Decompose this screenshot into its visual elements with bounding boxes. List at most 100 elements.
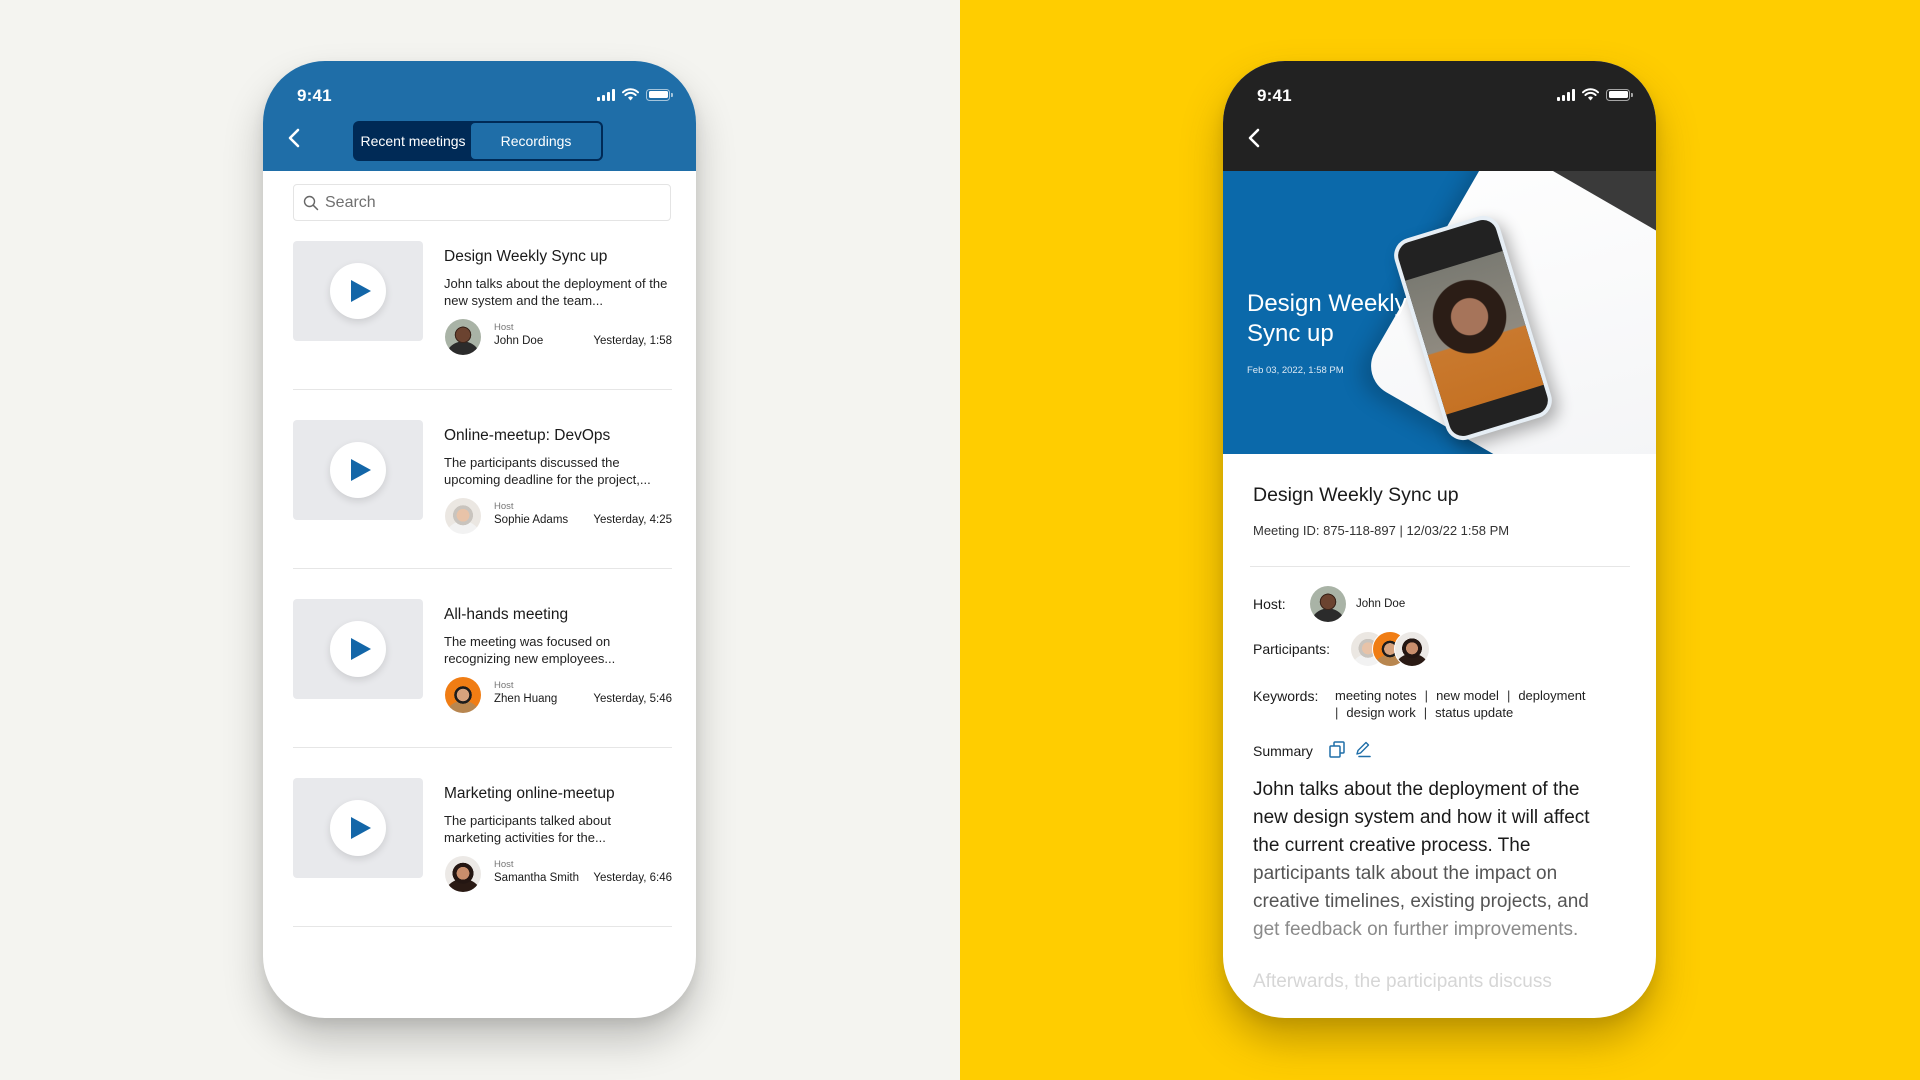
host-name: Samantha Smith [494, 872, 580, 884]
host-label: Host [494, 322, 514, 333]
back-chevron-icon[interactable] [285, 127, 303, 149]
meeting-time: Yesterday, 5:46 [593, 693, 672, 705]
host-avatar [445, 498, 481, 534]
summary-line: John talks about the deployment of the [1253, 779, 1580, 800]
meeting-list-item[interactable]: Online-meetup: DevOps The participants d… [293, 420, 672, 599]
summary-label: Summary [1253, 743, 1313, 759]
separator: | [1424, 688, 1429, 703]
video-thumbnail[interactable] [293, 420, 423, 520]
play-icon [350, 638, 371, 660]
battery-icon [646, 88, 673, 101]
status-icons [597, 88, 673, 101]
tab-recordings[interactable]: Recordings [471, 123, 601, 159]
separator: | [1335, 705, 1339, 720]
keyword-tag[interactable]: new model [1436, 688, 1499, 703]
meeting-time: Yesterday, 6:46 [593, 872, 672, 884]
divider [293, 568, 672, 569]
status-icons [1557, 88, 1633, 101]
divider [1250, 566, 1630, 567]
segmented-control: Recent meetings Recordings [353, 121, 603, 161]
keywords-list: meeting notes | new model | deployment | desi… [1335, 687, 1635, 721]
meeting-list-item[interactable]: Design Weekly Sync up John talks about t… [293, 241, 672, 420]
banner-date: Feb 03, 2022, 1:58 PM [1247, 365, 1344, 376]
video-thumbnail[interactable] [293, 241, 423, 341]
meeting-meta: Meeting ID: 875-118-897 | 12/03/22 1:58 … [1253, 523, 1510, 538]
participant-avatar[interactable] [1394, 631, 1430, 667]
keyword-tag[interactable]: status update [1435, 705, 1513, 720]
meetings-list: Design Weekly Sync up John talks about t… [293, 241, 672, 957]
separator: | [1506, 688, 1511, 703]
status-time: 9:41 [1257, 86, 1292, 105]
participants-avatars[interactable] [1350, 631, 1440, 667]
meeting-title[interactable]: Online-meetup: DevOps [444, 427, 610, 445]
play-button[interactable] [330, 621, 386, 677]
play-button[interactable] [330, 442, 386, 498]
play-button[interactable] [330, 263, 386, 319]
meeting-detail-phone: 9:41 Design Weekly Sync up Feb 03, 2022,… [1223, 61, 1656, 1018]
meeting-description: The meeting was focused on recognizing n… [444, 634, 616, 666]
meeting-description: John talks about the deployment of the n… [444, 276, 668, 308]
header-bar: 9:41 Recent meetings Recordings [263, 61, 696, 171]
summary-line: get feedback on further improvements. [1253, 919, 1579, 940]
meeting-time: Yesterday, 1:58 [593, 335, 672, 347]
meeting-title[interactable]: Design Weekly Sync up [444, 248, 607, 266]
meeting-description: The participants discussed the upcoming … [444, 455, 651, 487]
meeting-time: Yesterday, 4:25 [593, 514, 672, 526]
host-label: Host [494, 859, 514, 870]
play-icon [350, 459, 371, 481]
host-avatar [445, 319, 481, 355]
edit-pencil-icon[interactable] [1355, 741, 1371, 763]
summary-line: the current creative process. The [1253, 835, 1531, 856]
play-button[interactable] [330, 800, 386, 856]
recordings-list-phone: 9:41 Recent meetings Recordings Design W… [263, 61, 696, 1018]
host-label: Host: [1253, 596, 1286, 612]
keyword-tag[interactable]: deployment [1518, 688, 1585, 703]
summary-faded-continuation: Afterwards, the participants discuss [1253, 971, 1552, 992]
separator: | [1423, 705, 1428, 720]
battery-icon [1606, 88, 1633, 101]
summary-line: participants talk about the impact on [1253, 863, 1558, 884]
divider [293, 389, 672, 390]
summary-line: creative timelines, existing projects, a… [1253, 891, 1589, 912]
divider [293, 926, 672, 927]
keyword-tag[interactable]: design work [1346, 705, 1415, 720]
keyword-tag[interactable]: meeting notes [1335, 688, 1417, 703]
meeting-list-item[interactable]: All-hands meeting The meeting was focuse… [293, 599, 672, 778]
host-name: John Doe [1356, 598, 1406, 610]
keywords-label: Keywords: [1253, 688, 1319, 704]
wifi-icon [1582, 88, 1599, 101]
divider [293, 747, 672, 748]
meeting-title[interactable]: All-hands meeting [444, 606, 568, 624]
host-label: Host [494, 680, 514, 691]
banner-title: Design Weekly Sync up [1247, 290, 1407, 347]
back-chevron-icon[interactable] [1245, 127, 1263, 149]
status-time: 9:41 [297, 86, 332, 105]
meeting-banner: Design Weekly Sync up Feb 03, 2022, 1:58… [1223, 171, 1656, 454]
meeting-description: The participants talked about marketing … [444, 813, 611, 845]
meeting-list-item[interactable]: Marketing online-meetup The participants… [293, 778, 672, 957]
search-input[interactable] [325, 193, 645, 212]
host-avatar [445, 677, 481, 713]
host-label: Host [494, 501, 514, 512]
host-avatar [445, 856, 481, 892]
summary-actions [1329, 741, 1371, 763]
play-icon [350, 280, 371, 302]
search-icon [303, 195, 319, 210]
host-avatar[interactable] [1310, 586, 1346, 622]
participants-label: Participants: [1253, 641, 1331, 657]
meeting-title[interactable]: Marketing online-meetup [444, 785, 615, 803]
wifi-icon [622, 88, 639, 101]
tab-recent-meetings[interactable]: Recent meetings [355, 123, 471, 159]
meeting-title: Design Weekly Sync up [1253, 484, 1459, 506]
header-bar: 9:41 [1223, 61, 1656, 171]
video-thumbnail[interactable] [293, 599, 423, 699]
host-name: Sophie Adams [494, 514, 569, 526]
host-name: John Doe [494, 335, 544, 347]
summary-line: new design system and how it will affect [1253, 807, 1590, 828]
video-thumbnail[interactable] [293, 778, 423, 878]
signal-icon [1557, 88, 1575, 101]
signal-icon [597, 88, 615, 101]
search-field[interactable] [293, 184, 671, 221]
host-name: Zhen Huang [494, 693, 558, 705]
copy-icon[interactable] [1329, 741, 1345, 763]
